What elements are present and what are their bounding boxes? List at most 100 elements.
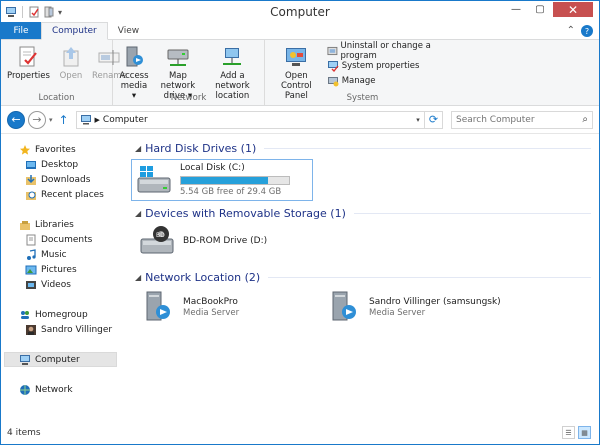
properties-button[interactable]: Properties — [4, 44, 53, 81]
nav-user[interactable]: Sandro Villinger — [1, 322, 118, 337]
section-divider — [268, 276, 591, 278]
network-item-name: Sandro Villinger (samsungsk) — [369, 296, 501, 307]
forward-button[interactable]: → — [28, 110, 46, 129]
collapse-ribbon-icon[interactable]: ⌃ — [567, 25, 575, 37]
back-button[interactable]: ← — [7, 110, 25, 129]
drive-local-info: Local Disk (C:) 5.54 GB free of 29.4 GB — [180, 162, 290, 198]
nav-homegroup[interactable]: Homegroup — [1, 307, 118, 322]
refresh-button[interactable]: ⟳ — [425, 110, 443, 129]
nav-user-label: Sandro Villinger — [41, 324, 113, 335]
homegroup-icon — [21, 310, 29, 319]
music-icon — [27, 248, 36, 260]
section-removable-storage[interactable]: ◢ Devices with Removable Storage (1) — [135, 205, 599, 221]
customize-qat-icon[interactable]: ▾ — [58, 8, 62, 17]
collapse-chevron-icon[interactable]: ◢ — [135, 273, 141, 282]
uninstall-program-button[interactable]: Uninstall or change a program — [327, 41, 457, 61]
manage-label: Manage — [341, 75, 376, 86]
network-item-name: MacBookPro — [183, 296, 238, 307]
nav-music-label: Music — [41, 249, 67, 260]
item-count: 4 items — [7, 428, 41, 438]
content-pane: ◢ Hard Disk Drives (1) Local Disk (C:) 5… — [119, 134, 599, 425]
close-button[interactable]: ✕ — [553, 2, 593, 17]
network-item-type: Media Server — [183, 307, 240, 318]
open-button[interactable]: Open — [53, 44, 89, 81]
breadcrumb-computer[interactable]: Computer — [103, 115, 148, 125]
maximize-button[interactable]: ▢ — [529, 2, 551, 17]
section-removable-label: Devices with Removable Storage (1) — [145, 206, 346, 220]
section-hard-disk-drives[interactable]: ◢ Hard Disk Drives (1) — [135, 140, 599, 156]
manage-button[interactable]: Manage — [327, 74, 457, 87]
nav-libraries[interactable]: Libraries — [1, 217, 118, 232]
tiles-view-icon[interactable]: ▦ — [578, 426, 591, 439]
drive-local-disk-c[interactable]: Local Disk (C:) 5.54 GB free of 29.4 GB — [131, 159, 313, 201]
nav-homegroup-label: Homegroup — [35, 309, 88, 320]
nav-computer[interactable]: Computer — [4, 352, 117, 367]
minimize-button[interactable]: — — [505, 2, 527, 17]
new-folder-qat-icon[interactable] — [43, 6, 55, 18]
nav-desktop-label: Desktop — [41, 159, 79, 170]
nav-pictures-label: Pictures — [41, 264, 77, 275]
search-box[interactable]: ⌕ — [451, 110, 593, 129]
system-small-buttons: Uninstall or change a program System pro… — [325, 41, 457, 87]
address-row: ← → ▾ ↑ ▶ Computer ▾ ⟳ ⌕ — [1, 106, 599, 134]
section-divider — [264, 147, 591, 149]
collapse-chevron-icon[interactable]: ◢ — [135, 209, 141, 218]
tab-view[interactable]: View — [108, 22, 149, 39]
group-label-location: Location — [38, 93, 75, 103]
tab-file[interactable]: File — [1, 22, 41, 39]
documents-icon — [26, 234, 36, 245]
nav-downloads[interactable]: Downloads — [1, 172, 118, 187]
nav-videos[interactable]: Videos — [1, 277, 118, 292]
nav-videos-label: Videos — [41, 279, 71, 290]
ribbon-group-network: Access media ▾ Map network drive ▾ Add a… — [113, 40, 265, 105]
nav-pictures[interactable]: Pictures — [1, 262, 118, 277]
section-divider — [353, 212, 591, 214]
breadcrumb-chevron-icon[interactable]: ▶ — [95, 116, 100, 124]
network-icon — [20, 384, 30, 395]
address-dropdown-icon[interactable]: ▾ — [412, 116, 424, 124]
collapse-chevron-icon[interactable]: ◢ — [135, 144, 141, 153]
network-item-type: Media Server — [369, 307, 426, 318]
computer-icon[interactable] — [5, 6, 17, 18]
details-view-icon[interactable]: ☰ — [562, 426, 575, 439]
drive-local-name: Local Disk (C:) — [180, 163, 245, 173]
properties-icon — [19, 46, 38, 67]
title-bar: ▾ Computer — ▢ ✕ — [1, 1, 599, 23]
drive-bd-rom-d[interactable]: BD BD-ROM Drive (D:) — [135, 223, 599, 259]
nav-documents[interactable]: Documents — [1, 232, 118, 247]
nav-favorites[interactable]: Favorites — [1, 142, 118, 157]
section-network-location[interactable]: ◢ Network Location (2) — [135, 269, 599, 285]
nav-music[interactable]: Music — [1, 247, 118, 262]
properties-label: Properties — [7, 71, 50, 81]
search-input[interactable] — [456, 114, 583, 125]
network-item-samsungsk[interactable]: Sandro Villinger (samsungsk) Media Serve… — [321, 289, 507, 325]
address-bar[interactable]: ▶ Computer ▾ — [75, 110, 425, 129]
explorer-body: Favorites Desktop Downloads Recent place… — [1, 134, 599, 425]
ribbon-group-location: Properties Open Rename Location — [1, 40, 127, 105]
ribbon-right-controls: ⌃ ? — [567, 25, 593, 37]
computer-icon — [20, 354, 30, 365]
nav-network[interactable]: Network — [1, 382, 118, 397]
recent-locations-icon[interactable]: ▾ — [49, 116, 53, 124]
nav-desktop[interactable]: Desktop — [1, 157, 118, 172]
control-panel-label-1: Open Control — [280, 71, 312, 91]
ribbon: Properties Open Rename Location Access m… — [1, 40, 599, 106]
nav-recent-label: Recent places — [41, 189, 104, 200]
media-server-icon — [126, 46, 143, 67]
system-properties-icon — [327, 60, 339, 72]
nav-computer-label: Computer — [35, 354, 80, 365]
windows-drive-icon — [137, 166, 171, 193]
nav-recent-places[interactable]: Recent places — [1, 187, 118, 202]
properties-qat-icon[interactable] — [28, 6, 40, 18]
up-button[interactable]: ↑ — [56, 112, 72, 128]
open-icon — [63, 47, 79, 67]
network-item-macbookpro[interactable]: MacBookPro Media Server — [135, 289, 321, 325]
media-server-icon — [146, 291, 170, 321]
manage-icon — [327, 76, 339, 86]
network-item-info: Sandro Villinger (samsungsk) Media Serve… — [369, 296, 501, 319]
help-icon[interactable]: ? — [581, 25, 593, 37]
ribbon-group-system: Open Control Panel Uninstall or change a… — [265, 40, 460, 105]
tab-computer[interactable]: Computer — [41, 22, 108, 40]
search-icon[interactable]: ⌕ — [582, 114, 588, 125]
system-properties-button[interactable]: System properties — [327, 59, 457, 72]
